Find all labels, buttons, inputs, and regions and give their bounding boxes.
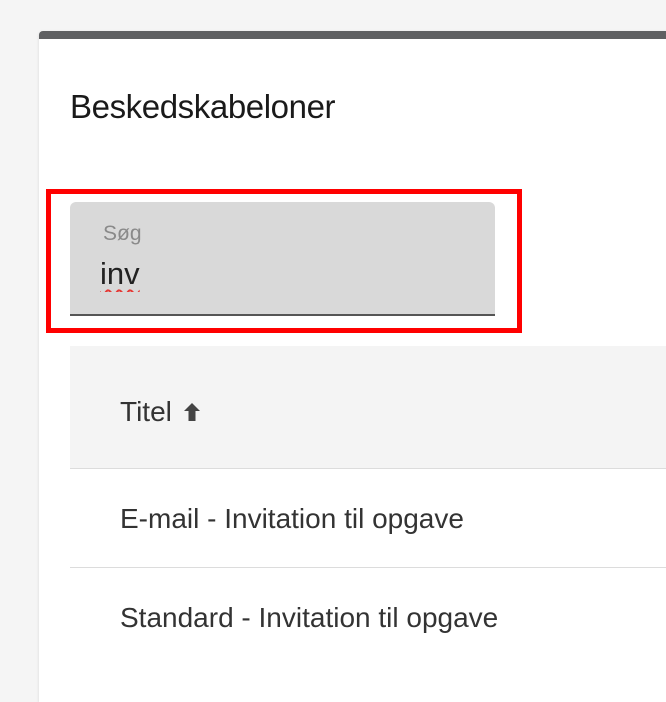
panel-title: Beskedskabeloner [70, 88, 336, 125]
column-header-title[interactable]: Titel [120, 396, 202, 428]
column-header-title-label: Titel [120, 396, 172, 427]
table-row[interactable]: E-mail - Invitation til opgave [70, 469, 666, 568]
search-field[interactable]: Søg [70, 202, 495, 316]
row-title: E-mail - Invitation til opgave [120, 503, 464, 534]
arrow-up-icon [183, 403, 200, 421]
search-label: Søg [103, 222, 142, 245]
row-title: Standard - Invitation til opgave [120, 602, 499, 633]
search-input[interactable] [100, 252, 460, 296]
templates-table: Titel E-mail - Invitation til opgave Sta… [70, 346, 666, 666]
message-templates-panel: Beskedskabeloner Søg Titel E-mail - Invi… [39, 31, 666, 702]
table-row[interactable]: Standard - Invitation til opgave [70, 568, 666, 666]
table-header: Titel [70, 346, 666, 469]
